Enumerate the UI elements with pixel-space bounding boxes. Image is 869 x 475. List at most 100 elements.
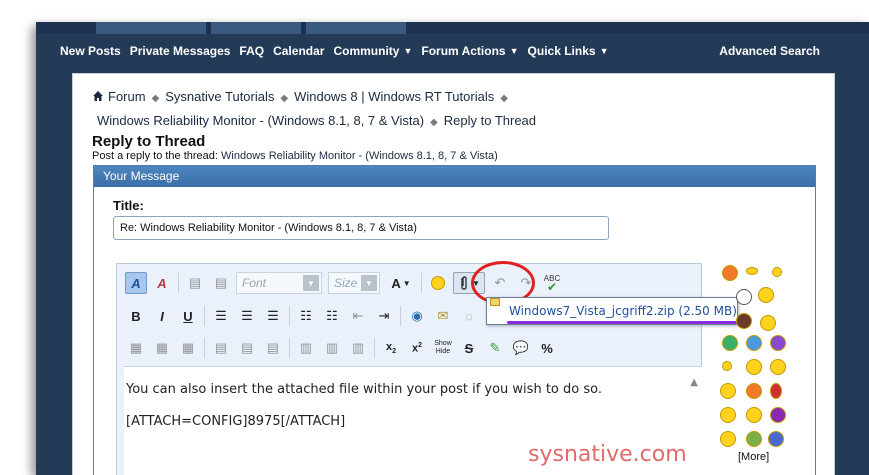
smilie-icon[interactable] (720, 383, 736, 399)
toolbar-separator (374, 338, 375, 358)
smilie-icon[interactable] (746, 335, 762, 351)
font-select[interactable]: Font ▼ (236, 272, 322, 294)
insert-col-right-icon[interactable]: ▥ (321, 337, 343, 359)
attachment-link[interactable]: Windows7_Vista_jcgriff2.zip (2.50 MB) (509, 304, 737, 318)
nav-label: FAQ (239, 44, 265, 58)
nav-new-posts[interactable]: New Posts (60, 44, 121, 58)
nav-label: New Posts (60, 44, 121, 58)
nav-label: Quick Links (527, 44, 596, 58)
smilie-icon[interactable] (722, 361, 732, 371)
superscript-icon[interactable]: x2 (406, 337, 428, 359)
smilie-icon[interactable] (770, 335, 786, 351)
remove-format-icon[interactable]: A (151, 272, 173, 294)
breadcrumb-sysnative-tutorials[interactable]: Sysnative Tutorials (165, 89, 274, 104)
breadcrumb-forum[interactable]: Forum (92, 89, 146, 104)
hide-label: Hide (435, 348, 451, 355)
align-left-icon[interactable]: ☰ (210, 305, 232, 327)
more-smilies-link[interactable]: [More] (738, 451, 769, 463)
underline-icon[interactable]: U (177, 305, 199, 327)
caret-down-icon: ▼ (403, 46, 413, 56)
toolbar-separator (289, 306, 290, 326)
breadcrumb-label: Forum (108, 89, 146, 104)
ordered-list-icon[interactable]: ☷ (295, 305, 317, 327)
align-right-icon[interactable]: ☰ (262, 305, 284, 327)
insert-row-below-icon[interactable]: ▤ (236, 337, 258, 359)
insert-row-above-icon[interactable]: ▤ (210, 337, 232, 359)
unordered-list-icon[interactable]: ☷ (321, 305, 343, 327)
scroll-up-icon[interactable]: ▲ (690, 377, 698, 388)
smilie-icon[interactable] (736, 289, 752, 305)
nav-private-messages[interactable]: Private Messages (130, 44, 231, 58)
smilie-icon[interactable] (722, 335, 738, 351)
subscript-icon[interactable]: x2 (380, 337, 402, 359)
title-input[interactable] (113, 216, 609, 240)
email-icon[interactable]: ✉ (432, 305, 454, 327)
link-icon[interactable]: ◉ (406, 305, 428, 327)
quote-icon[interactable]: 💬 (510, 337, 532, 359)
nav-quick-links[interactable]: Quick Links ▼ (528, 44, 609, 58)
smilies-panel (716, 263, 786, 463)
top-bar (36, 22, 869, 34)
bold-icon[interactable]: B (125, 305, 147, 327)
smilie-icon[interactable] (746, 383, 762, 399)
unlink-icon[interactable]: ◌ (458, 305, 480, 327)
nav-forum-actions[interactable]: Forum Actions ▼ (421, 44, 518, 58)
paperclip-icon (461, 276, 467, 290)
chevron-down-icon: ▼ (303, 275, 319, 291)
spellcheck-icon[interactable]: ABC ✔ (541, 272, 563, 294)
remove-format-percent-icon[interactable]: % (536, 337, 558, 359)
breadcrumb-separator-icon: ◆ (500, 93, 508, 104)
smilie-icon[interactable] (746, 431, 762, 447)
breadcrumb-thread[interactable]: Windows Reliability Monitor - (Windows 8… (97, 113, 424, 128)
smilie-icon[interactable] (722, 265, 738, 281)
breadcrumb-windows8-tutorials[interactable]: Windows 8 | Windows RT Tutorials (294, 89, 494, 104)
page-title: Reply to Thread (92, 133, 206, 150)
italic-icon[interactable]: I (151, 305, 173, 327)
nav-label: Calendar (273, 44, 325, 58)
smilie-icon[interactable] (427, 272, 449, 294)
nav-faq[interactable]: FAQ (239, 44, 264, 58)
size-select[interactable]: Size ▼ (328, 272, 380, 294)
align-center-icon[interactable]: ☰ (236, 305, 258, 327)
subtitle-thread-link[interactable]: Windows Reliability Monitor - (Windows 8… (221, 150, 498, 162)
smilie-icon[interactable] (772, 267, 782, 277)
watermark: sysnative.com (528, 442, 687, 467)
indent-icon[interactable]: ⇥ (373, 305, 395, 327)
smilie-icon[interactable] (770, 407, 786, 423)
smilie-icon[interactable] (758, 287, 774, 303)
nav-calendar[interactable]: Calendar (273, 44, 324, 58)
advanced-search-link[interactable]: Advanced Search (719, 44, 820, 58)
font-select-label: Font (242, 276, 267, 290)
nav-community[interactable]: Community ▼ (333, 44, 412, 58)
title-label: Title: (113, 198, 144, 213)
insert-col-left-icon[interactable]: ▥ (295, 337, 317, 359)
smilie-icon[interactable] (746, 407, 762, 423)
smilie-icon[interactable] (760, 315, 776, 331)
wysiwyg-toggle-icon[interactable]: A (125, 272, 147, 294)
table-props-icon[interactable]: ▦ (151, 337, 173, 359)
show-label: Show (434, 340, 452, 347)
highlight-icon[interactable]: ✎ (484, 337, 506, 359)
font-color-icon[interactable]: A ▼ (386, 272, 416, 294)
smilie-icon[interactable] (770, 359, 786, 375)
smilie-icon[interactable] (746, 267, 758, 275)
nav-label: Private Messages (129, 44, 231, 58)
paste-text-icon[interactable]: ▤ (210, 272, 232, 294)
smilie-icon[interactable] (746, 359, 762, 375)
delete-col-icon[interactable]: ▥ (347, 337, 369, 359)
strikethrough-icon[interactable]: S (458, 337, 480, 359)
breadcrumb-current: Reply to Thread (443, 113, 537, 128)
table-delete-icon[interactable]: ▦ (177, 337, 199, 359)
show-hide-icon[interactable]: Show Hide (432, 337, 454, 359)
smilie-icon[interactable] (768, 431, 784, 447)
smilie-icon[interactable] (720, 407, 736, 423)
smilie-icon[interactable] (736, 313, 752, 329)
smilie-icon[interactable] (720, 431, 736, 447)
table-icon[interactable]: ▦ (125, 337, 147, 359)
delete-row-icon[interactable]: ▤ (262, 337, 284, 359)
paste-icon[interactable]: ▤ (184, 272, 206, 294)
editor-line: You can also insert the attached file wi… (126, 382, 602, 397)
outdent-icon[interactable]: ⇤ (347, 305, 369, 327)
nav-label: Community (333, 44, 400, 58)
smilie-icon[interactable] (770, 383, 782, 399)
